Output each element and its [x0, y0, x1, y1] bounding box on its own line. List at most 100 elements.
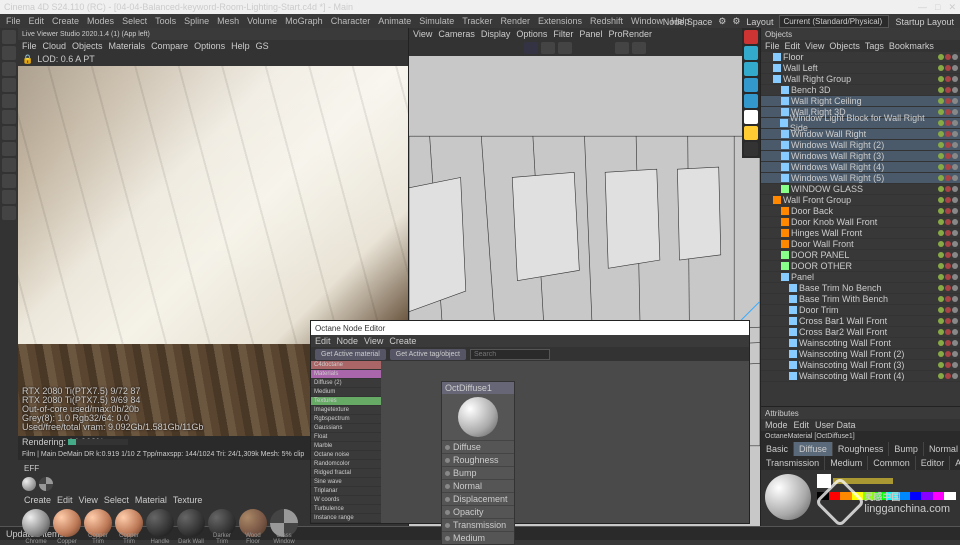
material-ball[interactable]: Copper Trim — [115, 509, 143, 537]
object-row[interactable]: Bench 3D — [761, 85, 960, 96]
menu-item[interactable]: Compare — [151, 41, 188, 51]
node-list-item[interactable]: Rgbspectrum — [311, 415, 381, 424]
menu-item[interactable]: Simulate — [419, 16, 454, 26]
object-row[interactable]: Wall Left — [761, 63, 960, 74]
menu-item[interactable]: Objects — [829, 41, 860, 51]
node-input-row[interactable]: Bump — [442, 466, 514, 479]
object-row[interactable]: DOOR OTHER — [761, 261, 960, 272]
object-row[interactable]: Base Trim No Bench — [761, 283, 960, 294]
object-row[interactable]: WINDOW GLASS — [761, 184, 960, 195]
material-ball[interactable]: Dark Wall — [177, 509, 205, 537]
object-row[interactable]: Floor — [761, 52, 960, 63]
menu-item[interactable]: Edit — [29, 16, 45, 26]
menu-item[interactable]: Edit — [794, 420, 810, 430]
vp-nav-icon[interactable] — [632, 42, 646, 54]
object-row[interactable]: Panel — [761, 272, 960, 283]
menu-item[interactable]: Display — [481, 29, 511, 39]
menu-item[interactable]: Edit — [315, 336, 331, 346]
menu-item[interactable]: Character — [331, 16, 371, 26]
menu-item[interactable]: Bookmarks — [889, 41, 934, 51]
material-checker-icon[interactable] — [39, 477, 53, 491]
menu-item[interactable]: GS — [256, 41, 269, 51]
tool-icon[interactable] — [2, 30, 16, 44]
material-ball[interactable]: Chrome — [22, 509, 50, 537]
node-list-item[interactable]: Gaussians — [311, 424, 381, 433]
tool-icon[interactable] — [2, 78, 16, 92]
node-input-row[interactable]: Opacity — [442, 505, 514, 518]
menu-item[interactable]: Material — [135, 495, 167, 505]
tool-icon[interactable] — [744, 78, 758, 92]
object-row[interactable]: Wainscoting Wall Front (2) — [761, 349, 960, 360]
tool-icon[interactable] — [744, 110, 758, 124]
tool-icon[interactable] — [744, 126, 758, 140]
vp-nav-icon[interactable] — [541, 42, 555, 54]
tool-icon[interactable] — [2, 62, 16, 76]
node-input-row[interactable]: Transmission — [442, 518, 514, 531]
object-row[interactable]: Wall Right Ceiling — [761, 96, 960, 107]
node-list-item[interactable]: Octane noise — [311, 451, 381, 460]
menu-item[interactable]: Materials — [109, 41, 146, 51]
menu-item[interactable]: Edit — [785, 41, 801, 51]
object-row[interactable]: Wall Right Group — [761, 74, 960, 85]
menu-item[interactable]: Animate — [378, 16, 411, 26]
menu-item[interactable]: Spline — [184, 16, 209, 26]
object-row[interactable]: Wainscoting Wall Front — [761, 338, 960, 349]
material-ball[interactable]: Glass Window — [270, 509, 298, 537]
menu-item[interactable]: View — [79, 495, 98, 505]
object-row[interactable]: Door Knob Wall Front — [761, 217, 960, 228]
object-row[interactable]: Hinges Wall Front — [761, 228, 960, 239]
object-row[interactable]: Door Trim — [761, 305, 960, 316]
object-row[interactable]: Windows Wall Right (4) — [761, 162, 960, 173]
object-row[interactable]: Door Back — [761, 206, 960, 217]
minimize-button[interactable]: — — [918, 2, 927, 13]
layout-dropdown[interactable] — [779, 15, 889, 28]
node-list-item[interactable]: Medium — [311, 388, 381, 397]
object-row[interactable]: Window Light Block for Wall Right Side — [761, 118, 960, 129]
menu-item[interactable]: Tools — [155, 16, 176, 26]
tool-icon[interactable] — [2, 158, 16, 172]
object-row[interactable]: Base Trim With Bench — [761, 294, 960, 305]
menu-item[interactable]: Cloud — [43, 41, 67, 51]
tool-icon[interactable] — [744, 142, 758, 156]
menu-item[interactable]: Redshift — [590, 16, 623, 26]
attr-tab[interactable]: Medium — [825, 456, 868, 470]
menu-item[interactable]: Mode — [765, 420, 788, 430]
tool-icon[interactable] — [2, 110, 16, 124]
tool-icon[interactable] — [744, 62, 758, 76]
menu-item[interactable]: Create — [389, 336, 416, 346]
menu-item[interactable]: Help — [231, 41, 250, 51]
object-row[interactable]: Wainscoting Wall Front (4) — [761, 371, 960, 382]
material-ball[interactable]: Wood Floor — [239, 509, 267, 537]
object-tree[interactable]: FloorWall LeftWall Right GroupBench 3DWa… — [761, 52, 960, 406]
menu-item[interactable]: Select — [122, 16, 147, 26]
material-ball[interactable]: Darker Trim — [208, 509, 236, 537]
object-row[interactable]: Windows Wall Right (3) — [761, 151, 960, 162]
menu-item[interactable]: View — [413, 29, 432, 39]
tool-icon[interactable] — [744, 30, 758, 44]
node-list-item[interactable]: Textures — [311, 397, 381, 406]
vp-nav-icon[interactable] — [615, 42, 629, 54]
node-list-item[interactable]: Materials — [311, 370, 381, 379]
attr-tab[interactable]: Common — [868, 456, 916, 470]
object-row[interactable]: Door Wall Front — [761, 239, 960, 250]
attr-tab[interactable]: Assign — [950, 456, 960, 470]
node-type-list[interactable]: C4doctaneMaterialsDiffuse (2)MediumTextu… — [311, 361, 381, 523]
node-search-input[interactable] — [470, 349, 550, 360]
node-input-row[interactable]: Normal — [442, 479, 514, 492]
menu-item[interactable]: User Data — [815, 420, 856, 430]
node-list-item[interactable]: Turbulence — [311, 505, 381, 514]
menu-item[interactable]: Volume — [247, 16, 277, 26]
node-list-item[interactable]: Ridged fractal — [311, 469, 381, 478]
vp-nav-icon[interactable] — [524, 42, 538, 54]
menu-item[interactable]: Objects — [72, 41, 103, 51]
get-active-material-button[interactable]: Get Active material — [315, 349, 386, 360]
menu-item[interactable]: Filter — [553, 29, 573, 39]
attr-tab[interactable]: Basic — [761, 442, 794, 456]
object-row[interactable]: Wainscoting Wall Front (3) — [761, 360, 960, 371]
attr-tab[interactable]: Transmission — [761, 456, 825, 470]
menu-item[interactable]: Edit — [57, 495, 73, 505]
menu-item[interactable]: Render — [500, 16, 530, 26]
menu-item[interactable]: Cameras — [438, 29, 475, 39]
menu-item[interactable]: Window — [631, 16, 663, 26]
node-input-row[interactable]: Diffuse — [442, 440, 514, 453]
